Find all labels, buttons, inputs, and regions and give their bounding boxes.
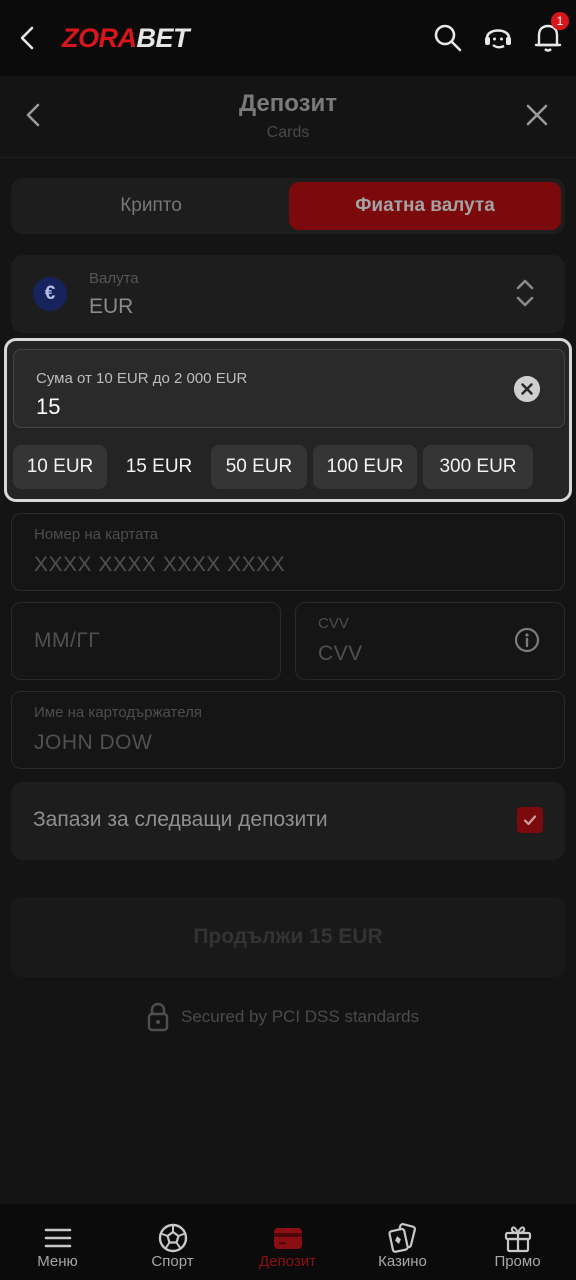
- top-app-bar: ZORABET 1: [0, 0, 576, 76]
- card-number-field[interactable]: Номер на картата XXXX XXXX XXXX XXXX: [11, 513, 565, 591]
- amount-chip-50[interactable]: 50 EUR: [211, 445, 307, 489]
- header-divider: [0, 157, 576, 158]
- gift-icon: [504, 1226, 532, 1253]
- cardholder-label: Име на картодържателя: [34, 704, 202, 721]
- security-note-text: Secured by PCI DSS standards: [181, 1007, 420, 1026]
- save-card-row[interactable]: Запази за следващи депозити: [11, 782, 565, 860]
- save-card-checkbox[interactable]: [517, 807, 543, 833]
- wallet-icon: [274, 1228, 302, 1249]
- page-subtitle: Cards: [266, 124, 310, 141]
- nav-label-casino: Казино: [378, 1253, 427, 1270]
- nav-label-menu: Меню: [37, 1253, 78, 1270]
- page-title: Депозит: [238, 90, 337, 117]
- euro-icon: €: [33, 277, 67, 311]
- cvv-label: CVV: [318, 615, 349, 632]
- zorabet-logo[interactable]: ZORABET: [62, 22, 189, 54]
- continue-button[interactable]: Продължи 15 EUR: [11, 897, 565, 977]
- nav-label-deposit: Депозит: [259, 1253, 316, 1270]
- chevron-up-down-icon: [516, 279, 534, 307]
- support-headset-icon[interactable]: [482, 20, 514, 54]
- nav-item-promo[interactable]: Промо: [460, 1204, 575, 1280]
- nav-item-menu[interactable]: Меню: [0, 1204, 115, 1280]
- card-number-label: Номер на картата: [34, 526, 159, 543]
- amount-chip-300[interactable]: 300 EUR: [423, 445, 533, 489]
- back-arrow-icon[interactable]: [14, 24, 42, 52]
- tab-crypto[interactable]: Крипто: [15, 182, 287, 230]
- lock-icon: [147, 1002, 169, 1032]
- bottom-navigation: Меню Спорт Депозит Казино Промо: [0, 1204, 576, 1280]
- nav-item-casino[interactable]: Казино: [345, 1204, 460, 1280]
- cvv-input[interactable]: CVV: [318, 642, 363, 666]
- currency-value: EUR: [89, 295, 134, 318]
- amount-section: Сума от 10 EUR до 2 000 EUR 15 10 EUR 15…: [4, 338, 572, 502]
- tab-fiat-currency[interactable]: Фиатна валута: [289, 182, 561, 230]
- currency-select[interactable]: € Валута EUR: [11, 255, 565, 333]
- amount-chip-15[interactable]: 15 EUR: [111, 445, 207, 489]
- notification-count-badge: 1: [551, 12, 569, 30]
- soccer-ball-icon: [158, 1223, 188, 1253]
- expiry-input[interactable]: ММ/ГГ: [34, 629, 100, 653]
- amount-input[interactable]: 15: [36, 394, 60, 420]
- search-icon[interactable]: [432, 20, 464, 54]
- cardholder-input[interactable]: JOHN DOW: [34, 731, 152, 755]
- save-card-label: Запази за следващи депозити: [33, 808, 328, 831]
- cardholder-field[interactable]: Име на картодържателя JOHN DOW: [11, 691, 565, 769]
- expiry-field[interactable]: ММ/ГГ: [11, 602, 281, 680]
- menu-icon: [44, 1228, 72, 1248]
- clear-input-icon[interactable]: [514, 376, 540, 402]
- amount-chip-100[interactable]: 100 EUR: [313, 445, 417, 489]
- cards-icon: [388, 1223, 416, 1253]
- card-number-input[interactable]: XXXX XXXX XXXX XXXX: [34, 553, 285, 577]
- amount-chip-10[interactable]: 10 EUR: [13, 445, 107, 489]
- info-icon[interactable]: [514, 627, 540, 653]
- cvv-field[interactable]: CVV CVV: [295, 602, 565, 680]
- payment-type-tabs: Крипто Фиатна валута: [11, 178, 565, 234]
- logo-text-bet: BET: [136, 23, 190, 53]
- close-icon[interactable]: [524, 102, 550, 128]
- logo-text-zora: ZORA: [62, 23, 137, 53]
- nav-item-sport[interactable]: Спорт: [115, 1204, 230, 1280]
- amount-label: Сума от 10 EUR до 2 000 EUR: [36, 370, 248, 387]
- nav-label-sport: Спорт: [151, 1253, 194, 1270]
- currency-label: Валута: [89, 270, 139, 287]
- nav-label-promo: Промо: [494, 1253, 541, 1270]
- nav-item-deposit[interactable]: Депозит: [230, 1204, 345, 1280]
- amount-field[interactable]: Сума от 10 EUR до 2 000 EUR 15: [13, 349, 565, 428]
